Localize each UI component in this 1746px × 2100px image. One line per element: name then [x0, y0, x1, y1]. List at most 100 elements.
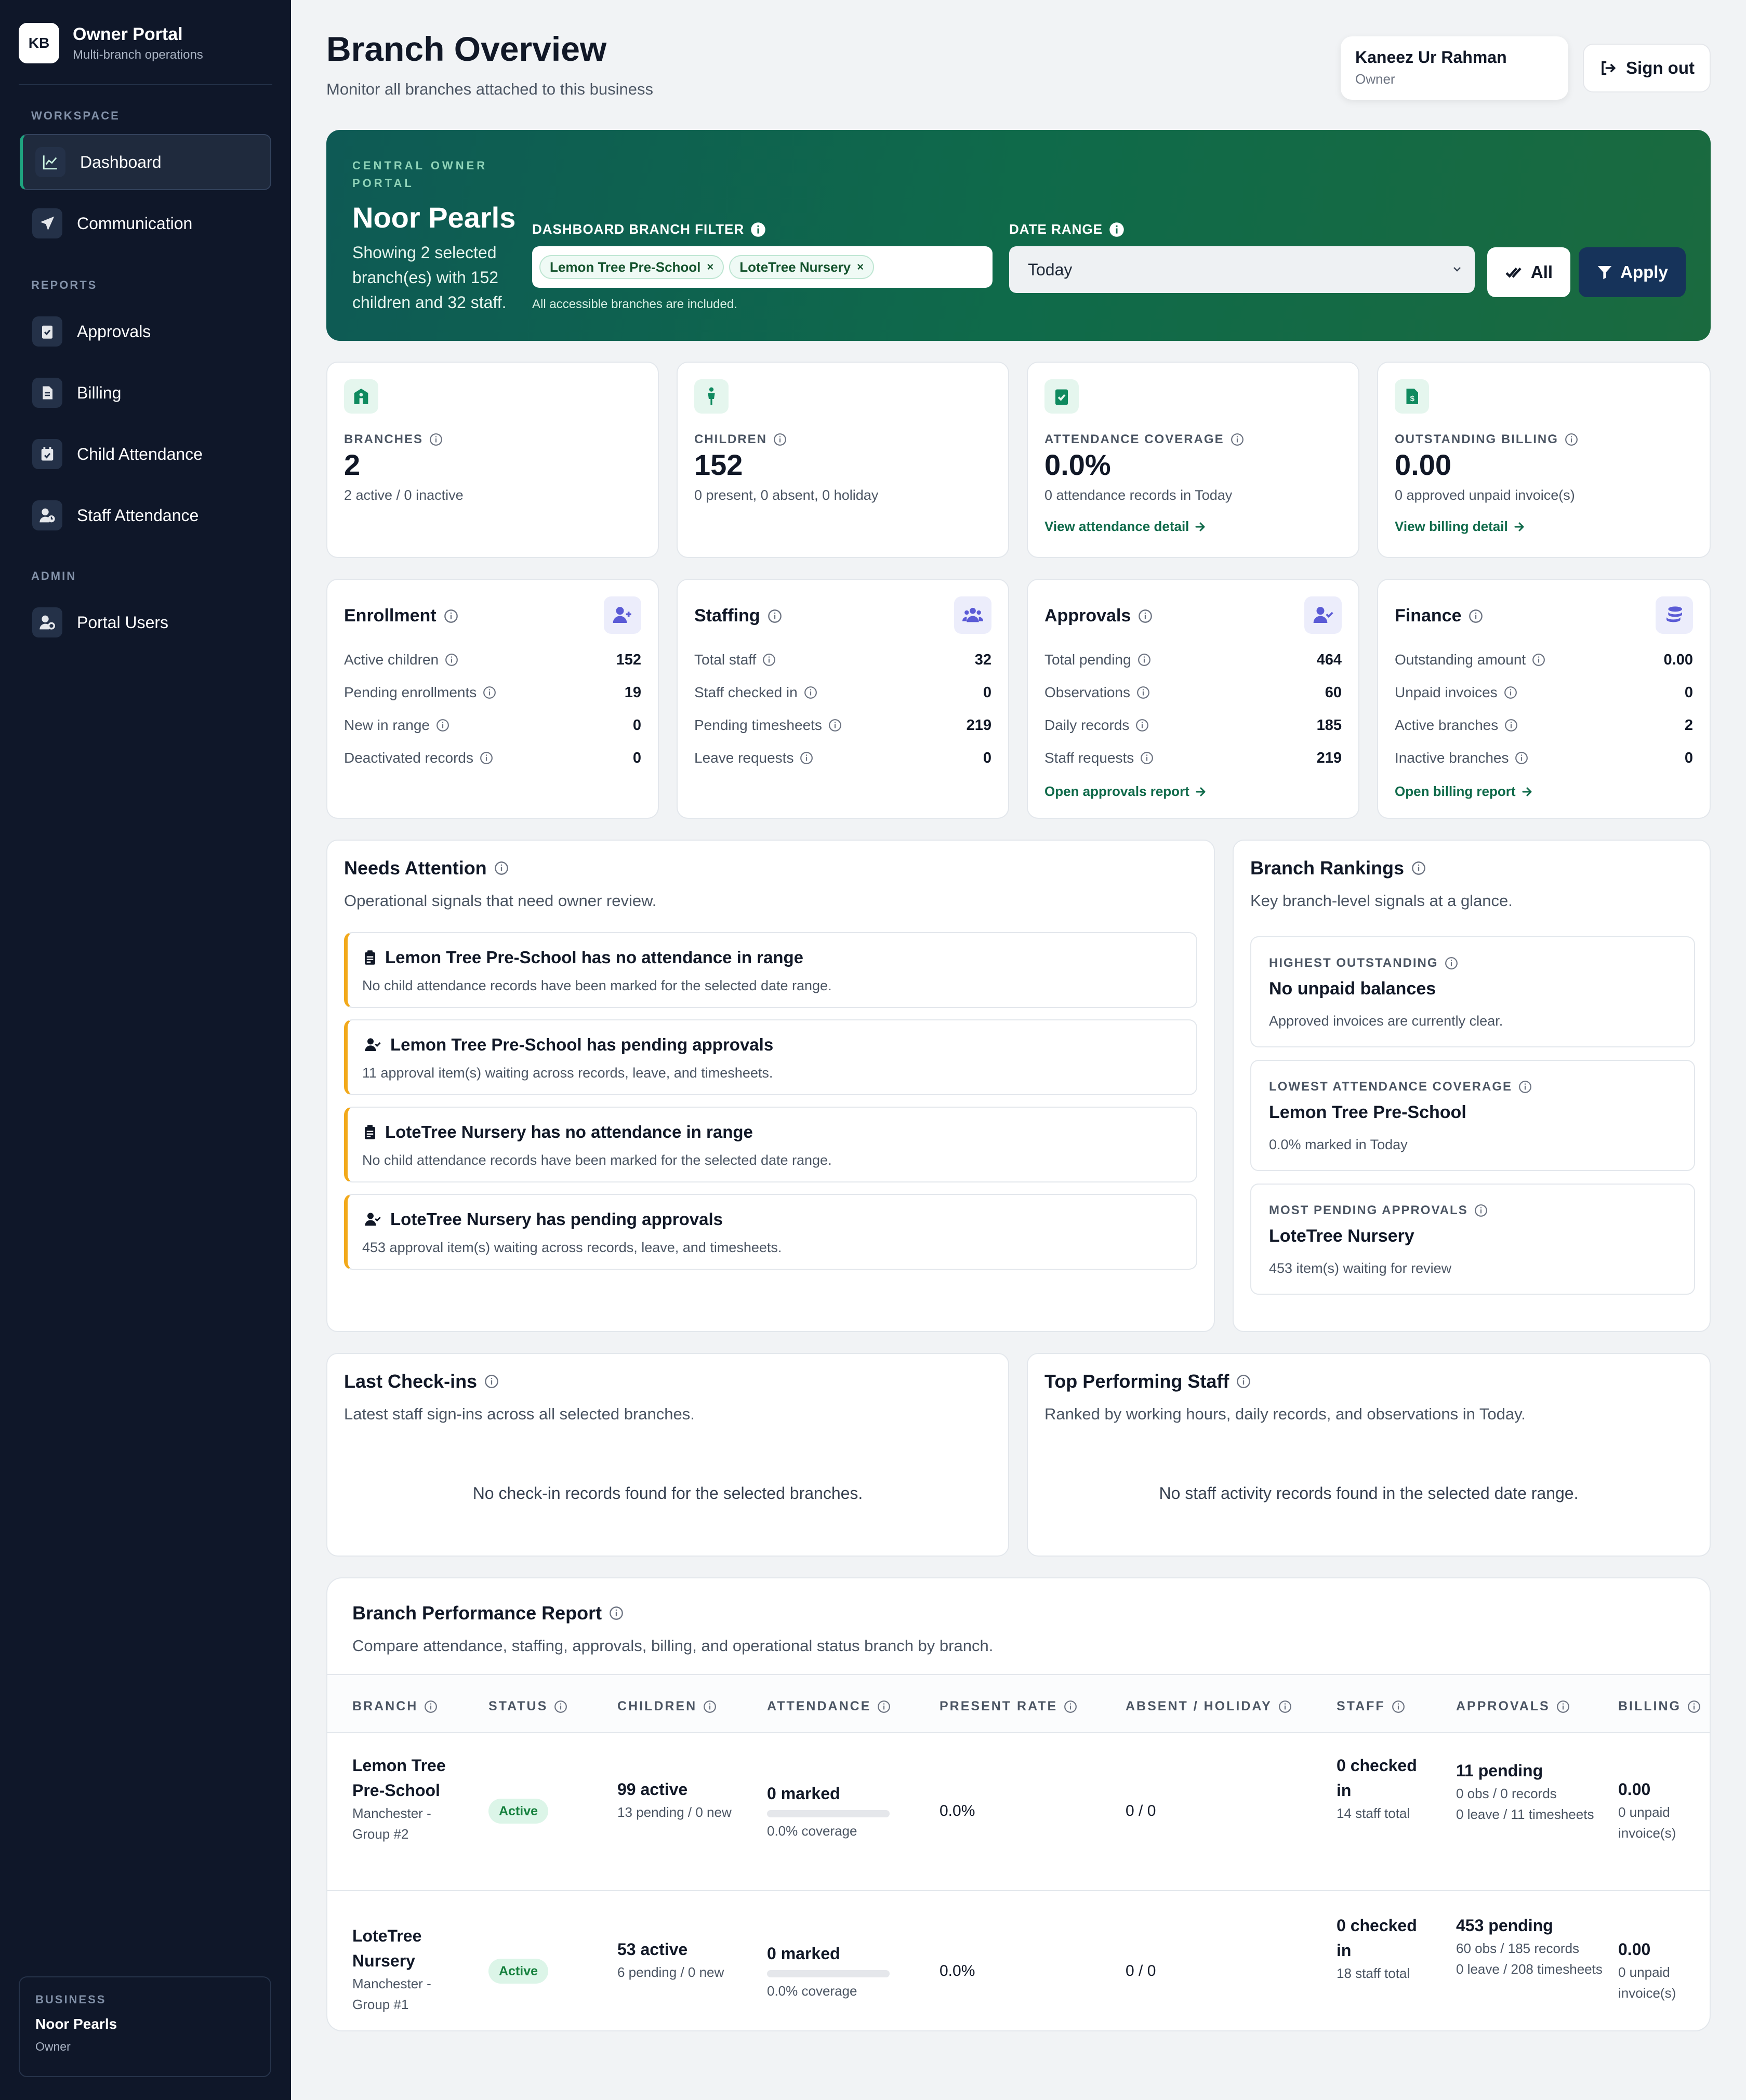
sidebar-item-label: Billing — [77, 383, 122, 402]
sidebar-item-child-attendance[interactable]: Child Attendance — [20, 426, 271, 482]
info-icon[interactable] — [773, 433, 787, 446]
info-icon[interactable] — [1532, 653, 1545, 667]
sidebar-item-portal-users[interactable]: Portal Users — [20, 594, 271, 650]
ranking-item: HIGHEST OUTSTANDING No unpaid balances A… — [1250, 936, 1695, 1047]
table-row[interactable]: LoteTree Nursery Manchester - Group #1 A… — [327, 1892, 1710, 2050]
open-approvals-report-link[interactable]: Open approvals report — [1044, 783, 1207, 800]
sidebar-item-communication[interactable]: Communication — [20, 195, 271, 251]
attention-item[interactable]: Lemon Tree Pre-School has pending approv… — [344, 1019, 1197, 1095]
absent-holiday: 0 / 0 — [1126, 1802, 1156, 1819]
view-attendance-link[interactable]: View attendance detail — [1044, 519, 1207, 535]
sidebar-item-billing[interactable]: Billing — [20, 365, 271, 421]
sidebar-item-dashboard[interactable]: Dashboard — [20, 134, 271, 190]
column-header[interactable]: ATTENDANCE — [767, 1699, 891, 1714]
user-card: Kaneez Ur Rahman Owner — [1341, 36, 1568, 100]
info-icon[interactable] — [1135, 719, 1149, 732]
attention-title-text: LoteTree Nursery has pending approvals — [390, 1210, 723, 1229]
sidebar-item-approvals[interactable]: Approvals — [20, 303, 271, 360]
info-icon[interactable] — [828, 719, 842, 732]
attention-item[interactable]: LoteTree Nursery has pending approvals 4… — [344, 1194, 1197, 1270]
info-icon[interactable] — [1469, 609, 1483, 623]
info-icon[interactable] — [480, 751, 493, 765]
detail-row: Total staff 32 — [694, 649, 991, 670]
detail-row: Leave requests 0 — [694, 748, 991, 768]
sign-out-button[interactable]: Sign out — [1583, 44, 1711, 92]
info-icon[interactable] — [762, 653, 776, 667]
info-icon[interactable] — [1064, 1700, 1077, 1713]
chip-remove-icon[interactable]: × — [707, 260, 713, 274]
approvals-sub: 0 obs / 0 records — [1456, 1786, 1557, 1801]
apply-button[interactable]: Apply — [1579, 247, 1686, 297]
table-row[interactable]: Lemon Tree Pre-School Manchester - Group… — [327, 1733, 1710, 1891]
view-billing-link[interactable]: View billing detail — [1395, 519, 1526, 535]
branch-chip[interactable]: Lemon Tree Pre-School × — [539, 255, 724, 279]
column-header[interactable]: CHILDREN — [617, 1699, 717, 1714]
row-value: 464 — [1316, 651, 1342, 668]
info-icon[interactable] — [1474, 1204, 1488, 1217]
info-icon[interactable] — [1687, 1700, 1701, 1713]
attention-title-text: Lemon Tree Pre-School has pending approv… — [390, 1035, 774, 1054]
branch-chip[interactable]: LoteTree Nursery × — [729, 255, 874, 279]
attention-item[interactable]: Lemon Tree Pre-School has no attendance … — [344, 932, 1197, 1008]
info-icon[interactable] — [424, 1700, 438, 1713]
column-header[interactable]: STATUS — [488, 1699, 567, 1714]
approvals-sub: 60 obs / 185 records — [1456, 1940, 1580, 1956]
select-all-button[interactable]: All — [1487, 247, 1570, 297]
info-icon[interactable] — [877, 1700, 891, 1713]
info-icon[interactable] — [1137, 653, 1151, 667]
open-billing-report-link[interactable]: Open billing report — [1395, 783, 1533, 800]
info-icon[interactable] — [768, 609, 782, 623]
column-header[interactable]: BILLING — [1618, 1699, 1701, 1714]
info-icon[interactable] — [1278, 1700, 1292, 1713]
info-icon[interactable] — [1518, 1080, 1532, 1094]
info-icon[interactable] — [1565, 433, 1578, 446]
info-icon[interactable] — [1504, 686, 1517, 699]
column-header[interactable]: STAFF — [1337, 1699, 1405, 1714]
filter-icon — [1597, 266, 1612, 280]
info-icon[interactable] — [1515, 751, 1528, 765]
column-header[interactable]: APPROVALS — [1456, 1699, 1570, 1714]
branch-filter-input[interactable]: Lemon Tree Pre-School × LoteTree Nursery × — [532, 246, 993, 288]
info-icon[interactable] — [1556, 1700, 1570, 1713]
sign-out-label: Sign out — [1626, 58, 1695, 77]
info-icon[interactable] — [609, 1606, 624, 1620]
info-icon[interactable] — [750, 222, 766, 237]
detail-row: Active branches 2 — [1395, 715, 1693, 736]
info-icon[interactable] — [1140, 751, 1154, 765]
info-icon[interactable] — [1231, 433, 1244, 446]
info-icon[interactable] — [444, 609, 458, 623]
attention-item[interactable]: LoteTree Nursery has no attendance in ra… — [344, 1107, 1197, 1182]
info-icon[interactable] — [1504, 719, 1518, 732]
attendance-value: 0 marked — [767, 1944, 840, 1963]
chip-remove-icon[interactable]: × — [857, 260, 864, 274]
info-icon[interactable] — [804, 686, 817, 699]
staff-value: 0 checked in — [1337, 1756, 1417, 1800]
info-icon[interactable] — [1138, 609, 1153, 623]
date-range-select[interactable]: Today — [1009, 246, 1475, 293]
column-header[interactable]: PRESENT RATE — [940, 1699, 1077, 1714]
info-icon[interactable] — [1136, 686, 1150, 699]
column-header[interactable]: ABSENT / HOLIDAY — [1126, 1699, 1292, 1714]
info-icon[interactable] — [703, 1700, 717, 1713]
info-icon[interactable] — [445, 653, 458, 667]
ranking-sub: 453 item(s) waiting for review — [1269, 1260, 1452, 1276]
info-icon[interactable] — [800, 751, 813, 765]
info-icon[interactable] — [436, 719, 449, 732]
link-label: Open billing report — [1395, 783, 1516, 799]
attendance-value: 0 marked — [767, 1784, 840, 1803]
info-icon[interactable] — [1392, 1700, 1405, 1713]
column-header[interactable]: BRANCH — [352, 1699, 438, 1714]
info-icon[interactable] — [429, 433, 443, 446]
info-icon[interactable] — [1109, 222, 1125, 237]
section-title-text: Branch Rankings — [1250, 857, 1405, 879]
info-icon[interactable] — [1411, 861, 1426, 875]
info-icon[interactable] — [1445, 956, 1458, 970]
info-icon[interactable] — [494, 861, 509, 875]
sidebar-item-staff-attendance[interactable]: Staff Attendance — [20, 487, 271, 543]
last-checkins-panel: Last Check-ins Latest staff sign-ins acr… — [326, 1353, 1009, 1557]
info-icon[interactable] — [484, 1374, 499, 1389]
ranking-label: MOST PENDING APPROVALS — [1269, 1203, 1488, 1218]
info-icon[interactable] — [483, 686, 496, 699]
info-icon[interactable] — [554, 1700, 567, 1713]
info-icon[interactable] — [1236, 1374, 1251, 1389]
